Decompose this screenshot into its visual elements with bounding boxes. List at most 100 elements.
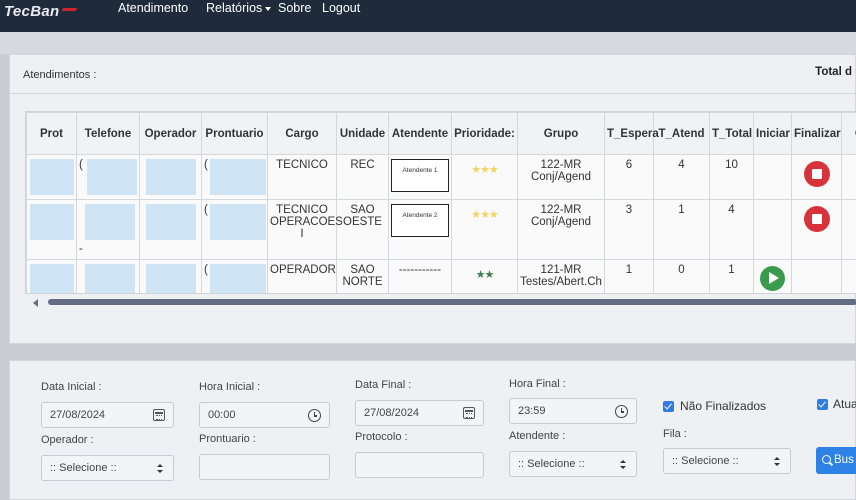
redacted-block [145, 159, 196, 195]
nav-logout[interactable]: Logout [322, 1, 360, 15]
calendar-glyph [153, 409, 165, 421]
cell-atendente: Atendente 2 [388, 199, 452, 260]
col-t-atend[interactable]: T_Atend [653, 112, 710, 155]
data-final-input[interactable]: 27/08/2024 [355, 400, 484, 426]
cell-unidade: REC [336, 154, 389, 200]
nav-relatorios-label: Relatórios [206, 1, 263, 15]
redacted-block [210, 159, 266, 195]
hora-final-input[interactable]: 23:59 [509, 398, 637, 424]
telefone-text: ( [79, 159, 83, 171]
page-strip [0, 32, 856, 54]
hora-inicial-input[interactable]: 00:00 [199, 402, 330, 428]
select-caret-icon [157, 464, 163, 474]
atendente-box: Atendente 1 [391, 159, 449, 192]
atendente-select[interactable]: :: Selecione :: [509, 451, 637, 477]
stop-button[interactable] [803, 206, 830, 232]
table-container[interactable]: Prot Telefone Operador Prontuario Cargo … [25, 111, 856, 294]
nav-relatorios[interactable]: Relatórios [206, 1, 272, 15]
clock-icon[interactable] [615, 405, 628, 418]
cell-unidade: SAO OESTE [336, 199, 389, 260]
data-inicial-input[interactable]: 27/08/2024 [41, 402, 174, 428]
scrollbar-thumb[interactable] [48, 299, 856, 305]
operador-select[interactable]: :: Selecione :: [41, 455, 174, 481]
search-icon [822, 455, 831, 464]
protocolo-input[interactable] [355, 452, 484, 478]
prontuario-input[interactable] [199, 454, 330, 480]
redacted-block [87, 159, 137, 195]
cell-grupo: 122-MR Conj/Agend [517, 154, 605, 200]
cell-prioridade: ★★ [451, 259, 518, 293]
cell-grupo: 121-MR Testes/Abert.Ch [517, 259, 605, 293]
top-navbar: TecBan Atendimento Relatórios Sobre Logo… [0, 0, 856, 32]
cell-operador [139, 154, 202, 200]
data-final-label: Data Final : [355, 379, 412, 391]
atualizar-label[interactable]: Atua [833, 397, 856, 411]
cell-atendente: ----------- [388, 259, 452, 293]
col-t-total[interactable]: T_Total [709, 112, 754, 155]
nav-sobre[interactable]: Sobre [278, 1, 311, 15]
col-prioridade[interactable]: Prioridade: [451, 112, 518, 155]
col-c[interactable]: C [841, 112, 856, 155]
cell-prontuario: ( [201, 259, 268, 293]
clock-icon[interactable] [308, 409, 321, 422]
panel-divider [10, 93, 855, 94]
table-header-row: Prot Telefone Operador Prontuario Cargo … [26, 112, 856, 155]
col-iniciar[interactable]: Iniciar [753, 112, 792, 155]
calendar-icon[interactable] [463, 407, 475, 419]
col-telefone[interactable]: Telefone [76, 112, 140, 155]
scroll-left-arrow-icon[interactable] [33, 299, 38, 307]
redacted-block [145, 264, 196, 293]
col-cargo[interactable]: Cargo [267, 112, 337, 155]
filters-panel: Data Inicial : 27/08/2024 Hora Inicial :… [9, 360, 856, 500]
cell-telefone: - [76, 259, 140, 293]
play-button[interactable] [760, 266, 785, 291]
table-row[interactable]: - ( TECNICO OPERACOES I SAO OESTE Atende… [26, 199, 856, 260]
nao-finalizados-checkbox[interactable] [663, 401, 674, 412]
col-unidade[interactable]: Unidade [336, 112, 389, 155]
prontuario-text: ( [204, 204, 208, 216]
calendar-icon[interactable] [153, 409, 165, 421]
cell-cargo: TECNICO OPERACOES I [267, 199, 343, 260]
atualizar-checkbox[interactable] [817, 399, 828, 410]
col-grupo[interactable]: Grupo [517, 112, 605, 155]
cell-grupo: 122-MR Conj/Agend [517, 199, 605, 260]
col-operador[interactable]: Operador [139, 112, 202, 155]
hora-final-value: 23:59 [518, 405, 546, 417]
priority-stars-icon: ★★ [475, 269, 495, 281]
cell-iniciar [753, 199, 792, 260]
cell-operador [139, 259, 202, 293]
col-prontuario[interactable]: Prontuario [201, 112, 268, 155]
col-t-espera[interactable]: T_Espera [604, 112, 659, 155]
cell-finalizar [791, 199, 842, 260]
cell-prioridade: ★★★ [451, 199, 518, 260]
redacted-block [29, 204, 74, 240]
col-finalizar[interactable]: Finalizar [791, 112, 842, 155]
cell-prot [26, 154, 77, 200]
redacted-block [85, 264, 135, 293]
table-row[interactable]: - ( OPERADOR SAO NORTE ----------- ★★ 12… [26, 259, 856, 293]
col-atendente[interactable]: Atendente [388, 112, 452, 155]
prontuario-label: Prontuario : [199, 433, 256, 445]
nav-atendimento[interactable]: Atendimento [118, 1, 188, 15]
cell-c [841, 154, 856, 200]
cell-telefone: ( [76, 154, 140, 200]
stop-button[interactable] [803, 161, 830, 187]
brand-logo[interactable]: TecBan [4, 3, 78, 20]
fila-select[interactable]: :: Selecione :: [663, 448, 791, 474]
search-button[interactable]: Bus [816, 447, 856, 474]
horizontal-scrollbar[interactable] [33, 298, 856, 307]
redacted-block [210, 204, 266, 240]
redacted-block [85, 204, 135, 240]
panel-title: Atendimentos : [23, 69, 97, 81]
cell-prioridade: ★★★ [451, 154, 518, 200]
priority-stars-icon: ★★★ [471, 164, 499, 176]
brand-chevron-icon [59, 8, 78, 17]
cell-operador [139, 199, 202, 260]
operador-value: :: Selecione :: [50, 462, 117, 474]
table-row[interactable]: ( ( TECNICO REC Atendente 1 ★★★ 122-MR C… [26, 154, 856, 200]
data-final-value: 27/08/2024 [364, 407, 420, 419]
nao-finalizados-label[interactable]: Não Finalizados [680, 399, 766, 413]
atendente-box: Atendente 2 [391, 204, 449, 237]
col-prot[interactable]: Prot [26, 112, 77, 155]
operador-label: Operador : [41, 434, 94, 446]
